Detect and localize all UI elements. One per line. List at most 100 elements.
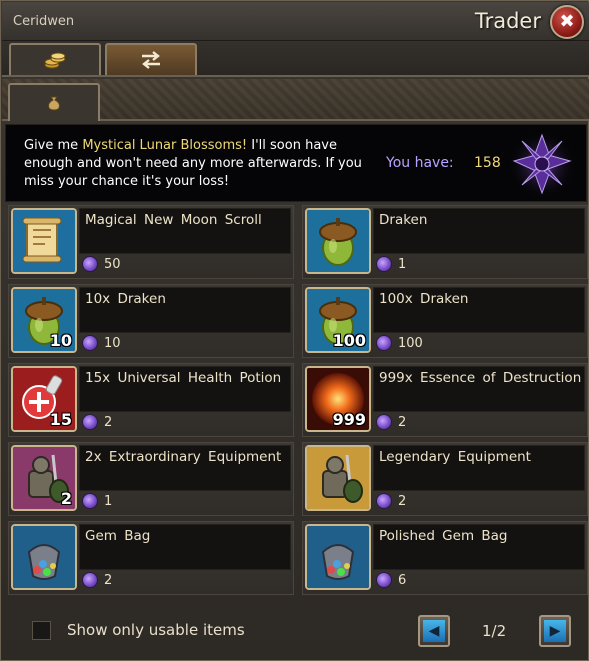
lunar-blossom-icon (376, 414, 392, 430)
item-thumbnail[interactable]: 999 (305, 366, 371, 432)
shop-item[interactable]: Magical New Moon Scroll 50 (8, 205, 294, 279)
usable-items-label: Show only usable items (67, 621, 245, 639)
item-name-box: 15x Universal Health Potion (79, 366, 291, 412)
trader-message: Give me Mystical Lunar Blossoms! I'll so… (24, 138, 362, 189)
item-name: Legendary Equipment (379, 449, 531, 465)
main-tab-bar (2, 41, 589, 77)
equipment-pile-icon (307, 447, 369, 509)
shop-item[interactable]: Gem Bag 2 (8, 521, 294, 595)
item-quantity: 15 (49, 410, 72, 429)
tab-coins[interactable] (9, 43, 101, 75)
acorn-icon (307, 210, 369, 272)
lunar-blossom-icon (508, 131, 576, 199)
window-title: Trader (474, 9, 541, 33)
item-name-box: 2x Extraordinary Equipment (79, 445, 291, 491)
item-quantity: 10 (49, 331, 72, 350)
item-price: 50 (82, 256, 121, 272)
item-price: 2 (376, 493, 406, 509)
item-name-box: Draken (373, 208, 585, 254)
item-price: 100 (376, 335, 423, 351)
lunar-blossom-icon (376, 493, 392, 509)
tab-exchange[interactable] (105, 43, 197, 75)
page-indicator: 1/2 (482, 622, 507, 640)
item-price-value: 2 (104, 414, 113, 430)
usable-items-checkbox[interactable] (32, 621, 51, 640)
item-price-value: 2 (104, 572, 113, 588)
item-thumbnail[interactable] (305, 524, 371, 590)
lunar-blossom-icon (376, 335, 392, 351)
scroll-icon (13, 210, 75, 272)
item-price-value: 50 (104, 256, 121, 272)
item-thumbnail[interactable] (305, 445, 371, 511)
shop-item[interactable]: 15 15x Universal Health Potion 2 (8, 363, 294, 437)
prev-page-button[interactable]: ◀ (418, 615, 450, 647)
next-page-button[interactable]: ▶ (539, 615, 571, 647)
shop-item[interactable]: 999 999x Essence of Destruction 2 (302, 363, 588, 437)
item-name-box: 10x Draken (79, 287, 291, 333)
item-thumbnail[interactable] (11, 524, 77, 590)
item-price-value: 6 (398, 572, 407, 588)
item-thumbnail[interactable]: 10 (11, 287, 77, 353)
item-name: Magical New Moon Scroll (85, 212, 262, 228)
item-price-value: 1 (398, 256, 407, 272)
item-price-value: 100 (398, 335, 423, 351)
item-thumbnail[interactable]: 15 (11, 366, 77, 432)
lunar-blossom-icon (82, 493, 98, 509)
shop-item[interactable]: 2 2x Extraordinary Equipment 1 (8, 442, 294, 516)
tab-money-bag[interactable] (8, 83, 100, 121)
shop-item[interactable]: Polished Gem Bag 6 (302, 521, 588, 595)
npc-name: Ceridwen (13, 14, 75, 29)
item-price-value: 2 (398, 414, 407, 430)
money-bag-icon (48, 96, 60, 111)
item-name: Draken (379, 212, 428, 228)
item-price-value: 2 (398, 493, 407, 509)
item-name-box: 999x Essence of Destruction (373, 366, 585, 412)
item-thumbnail[interactable]: 100 (305, 287, 371, 353)
item-name-box: Polished Gem Bag (373, 524, 585, 570)
item-name: 2x Extraordinary Equipment (85, 449, 282, 465)
lunar-blossom-icon (376, 256, 392, 272)
item-price: 2 (82, 572, 112, 588)
item-thumbnail[interactable] (11, 208, 77, 274)
lunar-blossom-icon (82, 256, 98, 272)
arrow-left-icon: ◀ (428, 623, 440, 639)
item-price: 2 (82, 414, 112, 430)
gem-bag-icon (13, 526, 75, 588)
swap-arrows-icon (142, 51, 160, 69)
shop-item[interactable]: Draken 1 (302, 205, 588, 279)
item-thumbnail[interactable]: 2 (11, 445, 77, 511)
trader-banner: Give me Mystical Lunar Blossoms! I'll so… (5, 124, 587, 202)
you-have-value: 158 (474, 155, 501, 171)
lunar-blossom-icon (82, 335, 98, 351)
item-price: 1 (82, 493, 112, 509)
shop-item[interactable]: 100 100x Draken 100 (302, 284, 588, 358)
item-thumbnail[interactable] (305, 208, 371, 274)
gem-bag-icon (307, 526, 369, 588)
item-name: 999x Essence of Destruction (379, 370, 582, 386)
sub-tab-bar (2, 79, 589, 121)
shop-item[interactable]: 10 10x Draken 10 (8, 284, 294, 358)
trader-window: Ceridwen Trader ✖ Give me Mystical Lunar… (0, 0, 589, 661)
item-name: 100x Draken (379, 291, 469, 307)
item-name-box: Magical New Moon Scroll (79, 208, 291, 254)
shop-item[interactable]: Legendary Equipment 2 (302, 442, 588, 516)
close-button[interactable]: ✖ (550, 5, 584, 39)
item-price: 10 (82, 335, 121, 351)
item-price-value: 1 (104, 493, 113, 509)
coins-icon (44, 52, 66, 69)
item-price: 2 (376, 414, 406, 430)
item-price-value: 10 (104, 335, 121, 351)
item-name: Gem Bag (85, 528, 151, 544)
item-name-box: Gem Bag (79, 524, 291, 570)
lunar-blossom-icon (82, 572, 98, 588)
item-quantity: 2 (60, 489, 72, 508)
item-quantity: 999 (332, 410, 366, 429)
item-quantity: 100 (332, 331, 366, 350)
item-name-box: Legendary Equipment (373, 445, 585, 491)
item-name: Polished Gem Bag (379, 528, 508, 544)
currency-name: Mystical Lunar Blossoms! (82, 138, 248, 153)
arrow-right-icon: ▶ (549, 623, 561, 639)
item-name: 15x Universal Health Potion (85, 370, 282, 386)
item-price: 1 (376, 256, 406, 272)
you-have-label: You have: (386, 155, 454, 171)
